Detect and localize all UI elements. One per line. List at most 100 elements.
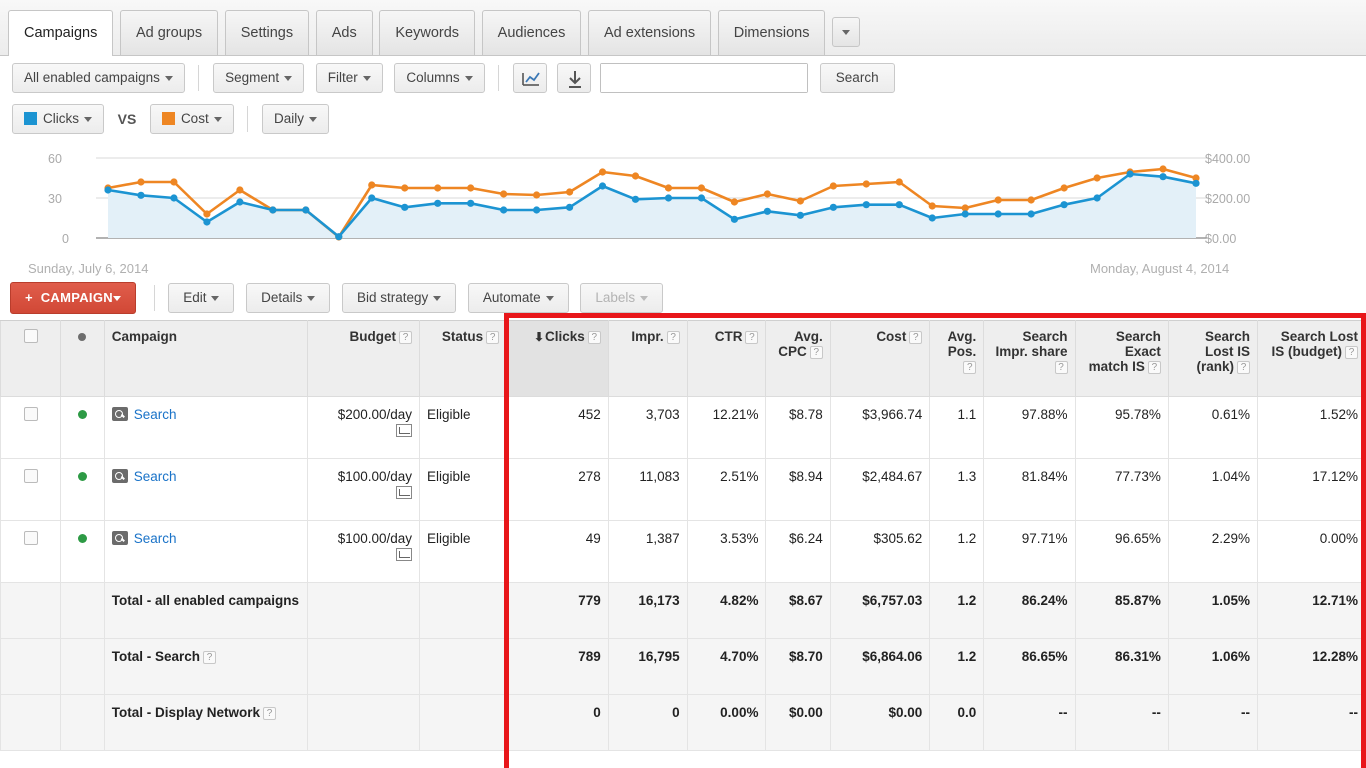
tab-ads[interactable]: Ads: [316, 10, 373, 55]
tab-label: Ad extensions: [604, 25, 695, 41]
cell-avg-pos: 1.2: [930, 521, 984, 583]
tab-overflow-button[interactable]: [832, 17, 860, 47]
add-campaign-button[interactable]: + CAMPAIGN: [10, 282, 136, 314]
campaign-filter-label: All enabled campaigns: [24, 70, 160, 85]
tab-label: Dimensions: [734, 25, 810, 41]
add-campaign-label: CAMPAIGN: [41, 290, 113, 305]
column-header-search-lost-is-rank[interactable]: Search Lost IS (rank)?: [1168, 321, 1257, 397]
row-status-dot-cell[interactable]: [61, 459, 105, 521]
search-network-icon: [112, 531, 128, 545]
legend-divider: [247, 106, 248, 132]
details-dropdown[interactable]: Details: [246, 283, 330, 313]
columns-dropdown[interactable]: Columns: [394, 63, 484, 93]
column-header-cost[interactable]: Cost?: [830, 321, 930, 397]
column-header-ctr[interactable]: CTR?: [687, 321, 766, 397]
column-header-impressions[interactable]: Impr.?: [608, 321, 687, 397]
header-label: CTR: [715, 329, 743, 344]
help-icon[interactable]: ?: [1055, 361, 1068, 374]
campaign-link[interactable]: Search: [134, 407, 177, 422]
row-checkbox-cell[interactable]: [1, 521, 61, 583]
column-header-search-impr-share[interactable]: Search Impr. share?: [984, 321, 1075, 397]
tab-ad-extensions[interactable]: Ad extensions: [588, 10, 711, 55]
table-row: Search$100.00/dayEligible491,3873.53%$6.…: [1, 521, 1366, 583]
campaign-link[interactable]: Search: [134, 531, 177, 546]
help-icon[interactable]: ?: [1345, 346, 1358, 359]
help-icon[interactable]: ?: [1237, 361, 1250, 374]
automate-dropdown[interactable]: Automate: [468, 283, 569, 313]
column-header-avg-pos[interactable]: Avg. Pos.?: [930, 321, 984, 397]
search-input[interactable]: [601, 64, 807, 92]
column-header-search-exact-match-is[interactable]: Search Exact match IS?: [1075, 321, 1168, 397]
line-chart-icon[interactable]: [513, 63, 547, 93]
metric1-dropdown[interactable]: Clicks: [12, 104, 104, 134]
download-icon[interactable]: [557, 63, 591, 93]
budget-cell[interactable]: $100.00/day: [308, 521, 420, 583]
chevron-down-icon: [465, 76, 473, 81]
tab-audiences[interactable]: Audiences: [482, 10, 582, 55]
search-button[interactable]: Search: [820, 63, 895, 93]
row-checkbox[interactable]: [24, 469, 38, 483]
help-icon[interactable]: ?: [486, 331, 499, 344]
help-icon[interactable]: ?: [745, 331, 758, 344]
total-cell-clicks: 789: [507, 639, 609, 695]
help-icon[interactable]: ?: [1148, 361, 1161, 374]
budget-cell[interactable]: $200.00/day: [308, 397, 420, 459]
row-checkbox[interactable]: [24, 531, 38, 545]
budget-cell[interactable]: $100.00/day: [308, 459, 420, 521]
granularity-dropdown[interactable]: Daily: [262, 104, 329, 134]
budget-chart-icon[interactable]: [396, 486, 412, 499]
column-header-search-lost-is-budget[interactable]: Search Lost IS (budget)?: [1258, 321, 1366, 397]
tab-campaigns[interactable]: Campaigns: [8, 10, 113, 56]
cell-ctr: 3.53%: [687, 521, 766, 583]
row-status-dot-cell[interactable]: [61, 397, 105, 459]
tab-keywords[interactable]: Keywords: [379, 10, 475, 55]
cell-cost: $2,484.67: [830, 459, 930, 521]
row-checkbox[interactable]: [24, 407, 38, 421]
row-checkbox-cell[interactable]: [1, 459, 61, 521]
help-icon[interactable]: ?: [588, 331, 601, 344]
select-all-checkbox[interactable]: [24, 329, 38, 343]
column-header-clicks[interactable]: ⬇Clicks?: [507, 321, 609, 397]
bid-strategy-dropdown[interactable]: Bid strategy: [342, 283, 456, 313]
campaign-filter-dropdown[interactable]: All enabled campaigns: [12, 63, 185, 93]
header-label: Campaign: [112, 329, 177, 344]
help-icon[interactable]: ?: [203, 651, 216, 664]
row-status-dot-cell[interactable]: [61, 521, 105, 583]
budget-chart-icon[interactable]: [396, 548, 412, 561]
tab-dimensions[interactable]: Dimensions: [718, 10, 826, 55]
campaign-link[interactable]: Search: [134, 469, 177, 484]
search-input-wrapper[interactable]: [600, 63, 808, 93]
budget-chart-icon[interactable]: [396, 424, 412, 437]
help-icon[interactable]: ?: [909, 331, 922, 344]
total-cell-avg-pos: 0.0: [930, 695, 984, 751]
tab-settings[interactable]: Settings: [225, 10, 309, 55]
chevron-down-icon: [307, 296, 315, 301]
column-header-budget[interactable]: Budget?: [308, 321, 420, 397]
search-button-label: Search: [836, 70, 879, 85]
cell-impressions: 11,083: [608, 459, 687, 521]
help-icon[interactable]: ?: [399, 331, 412, 344]
help-icon[interactable]: ?: [963, 361, 976, 374]
metric2-dropdown[interactable]: Cost: [150, 104, 234, 134]
segment-dropdown[interactable]: Segment: [213, 63, 304, 93]
status-dot-header[interactable]: [61, 321, 105, 397]
help-icon[interactable]: ?: [263, 707, 276, 720]
filter-dropdown[interactable]: Filter: [316, 63, 383, 93]
column-header-status[interactable]: Status?: [420, 321, 507, 397]
edit-dropdown[interactable]: Edit: [168, 283, 234, 313]
column-header-avg-cpc[interactable]: Avg. CPC?: [766, 321, 830, 397]
help-icon[interactable]: ?: [667, 331, 680, 344]
chevron-down-icon: [113, 296, 121, 301]
select-all-checkbox-header[interactable]: [1, 321, 61, 397]
tab-ad-groups[interactable]: Ad groups: [120, 10, 218, 55]
total-cell-avg-pos: 1.2: [930, 639, 984, 695]
help-icon[interactable]: ?: [810, 346, 823, 359]
chevron-down-icon: [284, 76, 292, 81]
cell-search-lost-is-rank: 0.61%: [1168, 397, 1257, 459]
column-header-campaign[interactable]: Campaign: [104, 321, 307, 397]
vs-label: VS: [118, 111, 137, 127]
total-cell-cost: $0.00: [830, 695, 930, 751]
campaigns-table: Campaign Budget? Status? ⬇Clicks? Impr.?…: [0, 320, 1366, 751]
tab-label: Keywords: [395, 25, 459, 41]
row-checkbox-cell[interactable]: [1, 397, 61, 459]
